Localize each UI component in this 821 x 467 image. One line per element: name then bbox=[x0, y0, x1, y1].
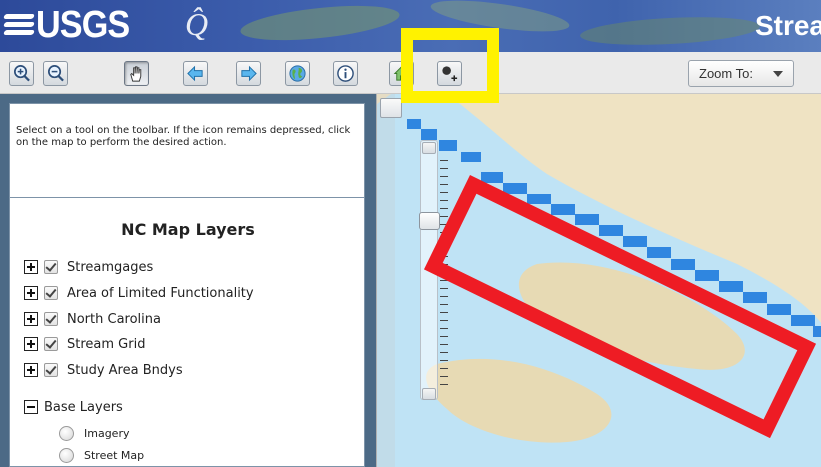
arrow-left-icon bbox=[187, 65, 203, 82]
logo-text: USGS bbox=[36, 4, 130, 46]
zoom-slider-up[interactable] bbox=[422, 142, 436, 154]
zoom-to-label: Zoom To: bbox=[699, 66, 753, 81]
zoom-out-button[interactable] bbox=[43, 61, 68, 86]
hand-icon bbox=[130, 66, 142, 82]
usgs-logo[interactable]: USGS bbox=[3, 2, 140, 48]
layer-label: North Carolina bbox=[67, 311, 161, 327]
layer-label: Stream Grid bbox=[67, 336, 146, 352]
collapse-icon[interactable] bbox=[24, 400, 38, 414]
help-text: Select on a tool on the toolbar. If the … bbox=[16, 125, 351, 148]
layer-row: Streamgages bbox=[24, 258, 153, 276]
q-logo-icon: Q̂ bbox=[185, 6, 209, 42]
base-layer-label: Street Map bbox=[84, 448, 145, 462]
base-layer-option[interactable]: Imagery bbox=[59, 424, 129, 442]
zoom-slider-handle[interactable] bbox=[419, 212, 440, 230]
expand-icon[interactable] bbox=[24, 363, 38, 377]
layers-panel: NC Map Layers Streamgages Area of Limite… bbox=[9, 197, 365, 467]
layer-row: Study Area Bndys bbox=[24, 361, 183, 379]
base-layers-row: Base Layers bbox=[24, 398, 123, 416]
layer-label: Study Area Bndys bbox=[67, 362, 183, 378]
layer-label: Streamgages bbox=[67, 259, 154, 275]
zoom-to-dropdown[interactable]: Zoom To: bbox=[688, 60, 794, 87]
previous-extent-button[interactable] bbox=[183, 61, 208, 86]
usgs-waves-icon bbox=[3, 8, 35, 42]
app-title: Strea bbox=[754, 10, 821, 41]
chevron-down-icon bbox=[773, 71, 783, 77]
layer-checkbox[interactable] bbox=[44, 337, 58, 351]
identify-button[interactable] bbox=[333, 61, 358, 86]
base-layer-option[interactable]: Street Map bbox=[59, 446, 144, 464]
expand-icon[interactable] bbox=[24, 286, 38, 300]
expand-icon[interactable] bbox=[24, 260, 38, 274]
pan-button[interactable] bbox=[124, 61, 149, 86]
arrow-right-icon bbox=[241, 65, 257, 82]
zoom-in-icon bbox=[13, 65, 30, 82]
zoom-out-icon bbox=[47, 65, 64, 82]
layers-title: NC Map Layers bbox=[121, 220, 255, 239]
full-extent-button[interactable] bbox=[285, 61, 310, 86]
zoom-slider-down[interactable] bbox=[422, 388, 436, 400]
highlight-yellow-box bbox=[401, 28, 499, 103]
help-box: Select on a tool on the toolbar. If the … bbox=[9, 103, 365, 199]
expand-icon[interactable] bbox=[24, 312, 38, 326]
layer-checkbox[interactable] bbox=[44, 312, 58, 326]
base-layer-label: Imagery bbox=[84, 426, 130, 440]
globe-icon bbox=[289, 65, 306, 82]
base-layers-label: Base Layers bbox=[44, 399, 123, 415]
layer-label: Area of Limited Functionality bbox=[67, 285, 254, 301]
banner-texture bbox=[238, 0, 402, 47]
layer-row: Area of Limited Functionality bbox=[24, 284, 254, 302]
zoom-in-button[interactable] bbox=[9, 61, 34, 86]
layer-checkbox[interactable] bbox=[44, 363, 58, 377]
layer-checkbox[interactable] bbox=[44, 260, 58, 274]
base-layer-radio[interactable] bbox=[59, 425, 74, 441]
expand-icon[interactable] bbox=[24, 337, 38, 351]
info-icon bbox=[337, 65, 354, 82]
layer-checkbox[interactable] bbox=[44, 286, 58, 300]
pan-control[interactable] bbox=[380, 98, 402, 118]
layer-row: Stream Grid bbox=[24, 335, 145, 353]
left-panel: Select on a tool on the toolbar. If the … bbox=[0, 94, 376, 467]
banner-texture bbox=[579, 13, 761, 49]
base-layer-radio[interactable] bbox=[59, 447, 74, 463]
layer-row: North Carolina bbox=[24, 310, 161, 328]
next-extent-button[interactable] bbox=[236, 61, 261, 86]
